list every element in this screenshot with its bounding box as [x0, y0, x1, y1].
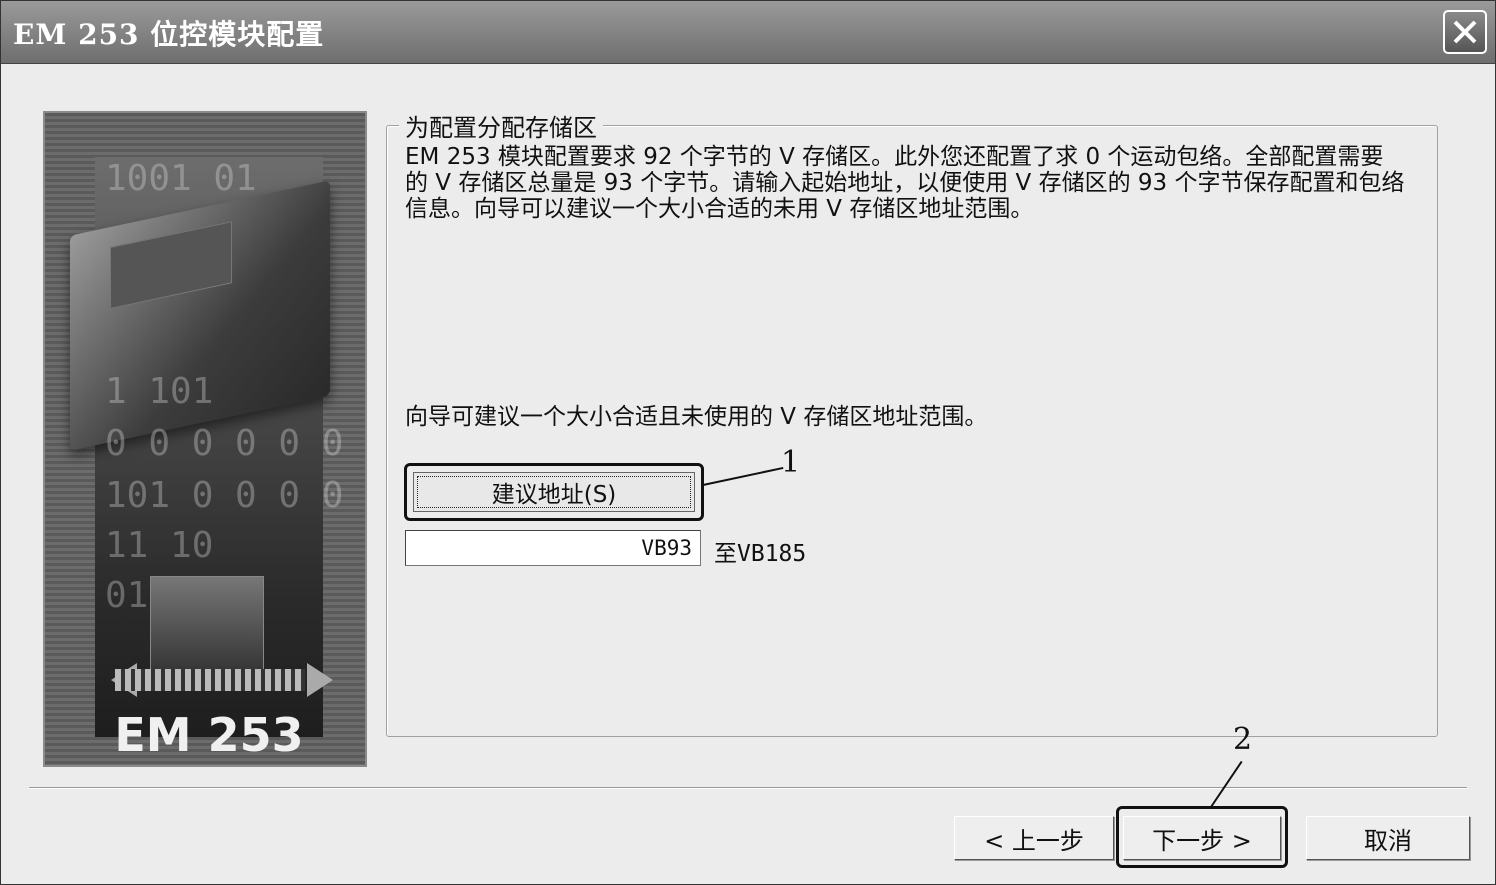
binary-digits: 11 10 — [105, 525, 214, 566]
close-button[interactable] — [1443, 10, 1487, 54]
callout-number-2: 2 — [1233, 722, 1253, 757]
binary-digits: 1 101 — [105, 371, 214, 412]
start-address-input[interactable] — [405, 530, 701, 566]
callout-leader-2 — [1210, 760, 1243, 808]
back-button[interactable]: < 上一步 — [954, 816, 1114, 860]
cancel-button[interactable]: 取消 — [1306, 816, 1470, 860]
callout-box-1: 建议地址(S) — [404, 463, 704, 521]
module-illustration: 1001 01 1 101 0 0 0 0 0 0 101 0 0 0 0 11… — [43, 111, 367, 767]
arrow-right-icon — [307, 663, 333, 697]
client-area: 1001 01 1 101 0 0 0 0 0 0 101 0 0 0 0 11… — [1, 64, 1495, 884]
wizard-window: EM 253 位控模块配置 1001 01 1 101 0 0 0 0 0 0 … — [0, 0, 1496, 885]
hint-text: 向导可建议一个大小合适且未使用的 V 存储区地址范围。 — [405, 404, 988, 430]
title-bar[interactable]: EM 253 位控模块配置 — [1, 1, 1495, 64]
footer-separator — [29, 787, 1467, 789]
suggest-address-button[interactable]: 建议地址(S) — [413, 472, 695, 512]
connector-strip — [115, 669, 305, 691]
binary-digits: 1001 01 — [105, 158, 257, 199]
group-title: 为配置分配存储区 — [399, 108, 603, 143]
description-text: EM 253 模块配置要求 92 个字节的 V 存储区。此外您还配置了求 0 个… — [405, 144, 1405, 222]
callout-number-1: 1 — [781, 445, 801, 480]
plc-panel — [110, 221, 232, 310]
end-address-label: 至VB185 — [714, 541, 807, 567]
next-button[interactable]: 下一步 > — [1123, 816, 1281, 860]
close-icon — [1453, 20, 1477, 44]
binary-digits: 101 0 0 0 0 — [105, 475, 344, 516]
module-caption: EM 253 — [114, 708, 304, 762]
window-title: EM 253 位控模块配置 — [13, 18, 325, 51]
binary-digits: 0 0 0 0 0 0 — [105, 423, 344, 464]
